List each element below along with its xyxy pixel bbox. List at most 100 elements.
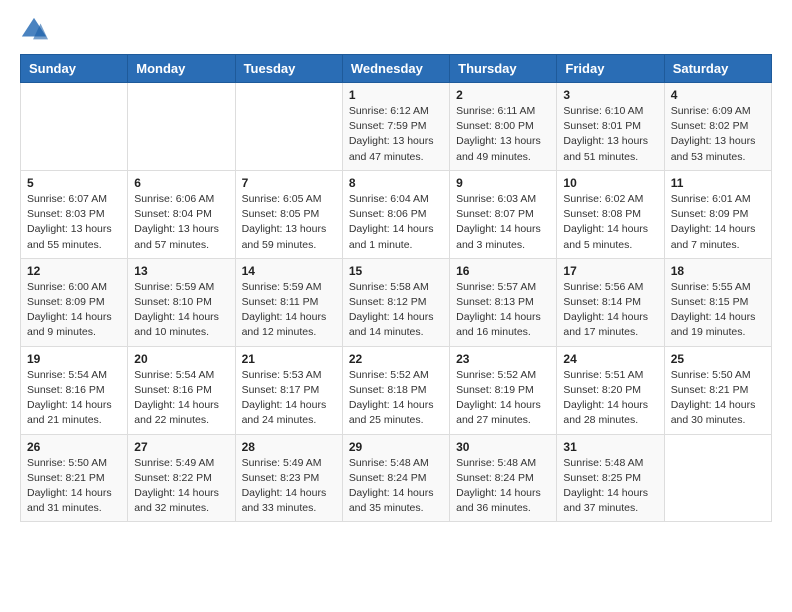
day-info-line: Daylight: 14 hours bbox=[671, 310, 765, 325]
day-info-line: Sunrise: 5:49 AM bbox=[134, 456, 228, 471]
day-info-line: Sunset: 8:07 PM bbox=[456, 207, 550, 222]
day-info-line: and 57 minutes. bbox=[134, 238, 228, 253]
day-info-line: Sunrise: 5:57 AM bbox=[456, 280, 550, 295]
day-info: Sunrise: 6:10 AMSunset: 8:01 PMDaylight:… bbox=[563, 104, 657, 165]
day-info: Sunrise: 5:57 AMSunset: 8:13 PMDaylight:… bbox=[456, 280, 550, 341]
day-info: Sunrise: 6:05 AMSunset: 8:05 PMDaylight:… bbox=[242, 192, 336, 253]
day-info-line: Sunrise: 5:56 AM bbox=[563, 280, 657, 295]
day-info-line: Sunrise: 6:04 AM bbox=[349, 192, 443, 207]
day-info-line: Sunset: 8:13 PM bbox=[456, 295, 550, 310]
day-info-line: Daylight: 14 hours bbox=[349, 486, 443, 501]
day-info-line: Sunrise: 5:59 AM bbox=[242, 280, 336, 295]
day-info-line: Daylight: 14 hours bbox=[456, 398, 550, 413]
weekday-header: Monday bbox=[128, 55, 235, 83]
day-info-line: Daylight: 13 hours bbox=[27, 222, 121, 237]
day-info: Sunrise: 6:09 AMSunset: 8:02 PMDaylight:… bbox=[671, 104, 765, 165]
day-info-line: and 32 minutes. bbox=[134, 501, 228, 516]
day-info-line: Daylight: 14 hours bbox=[563, 222, 657, 237]
calendar-week-row: 1Sunrise: 6:12 AMSunset: 7:59 PMDaylight… bbox=[21, 83, 772, 171]
day-info-line: and 47 minutes. bbox=[349, 150, 443, 165]
day-number: 19 bbox=[27, 352, 121, 366]
calendar-day-cell bbox=[235, 83, 342, 171]
day-info-line: Daylight: 14 hours bbox=[563, 310, 657, 325]
logo bbox=[20, 16, 52, 44]
day-info-line: Sunrise: 5:53 AM bbox=[242, 368, 336, 383]
day-info: Sunrise: 5:48 AMSunset: 8:24 PMDaylight:… bbox=[349, 456, 443, 517]
day-info-line: Sunset: 8:09 PM bbox=[27, 295, 121, 310]
day-info-line: Sunset: 7:59 PM bbox=[349, 119, 443, 134]
calendar-day-cell: 14 Sunrise: 5:59 AMSunset: 8:11 PMDayligh… bbox=[235, 258, 342, 346]
day-info: Sunrise: 5:48 AMSunset: 8:25 PMDaylight:… bbox=[563, 456, 657, 517]
day-number: 18 bbox=[671, 264, 765, 278]
day-number: 14 bbox=[242, 264, 336, 278]
day-info-line: Sunrise: 6:01 AM bbox=[671, 192, 765, 207]
day-info-line: Daylight: 14 hours bbox=[456, 486, 550, 501]
calendar-day-cell: 11Sunrise: 6:01 AMSunset: 8:09 PMDayligh… bbox=[664, 170, 771, 258]
calendar-day-cell: 10Sunrise: 6:02 AMSunset: 8:08 PMDayligh… bbox=[557, 170, 664, 258]
day-number: 22 bbox=[349, 352, 443, 366]
day-info-line: and 27 minutes. bbox=[456, 413, 550, 428]
calendar-day-cell: 15Sunrise: 5:58 AMSunset: 8:12 PMDayligh… bbox=[342, 258, 449, 346]
day-info-line: Daylight: 14 hours bbox=[349, 398, 443, 413]
calendar-day-cell: 29 Sunrise: 5:48 AMSunset: 8:24 PMDayligh… bbox=[342, 434, 449, 522]
calendar-day-cell: 17Sunrise: 5:56 AMSunset: 8:14 PMDayligh… bbox=[557, 258, 664, 346]
day-info-line: and 1 minute. bbox=[349, 238, 443, 253]
day-number: 1 bbox=[349, 88, 443, 102]
day-info-line: and 10 minutes. bbox=[134, 325, 228, 340]
day-info-line: Sunrise: 5:59 AM bbox=[134, 280, 228, 295]
day-info-line: Daylight: 14 hours bbox=[242, 310, 336, 325]
day-info-line: Sunset: 8:06 PM bbox=[349, 207, 443, 222]
day-info-line: Sunset: 8:08 PM bbox=[563, 207, 657, 222]
day-info-line: Sunrise: 5:52 AM bbox=[456, 368, 550, 383]
day-info: Sunrise: 5:51 AMSunset: 8:20 PMDaylight:… bbox=[563, 368, 657, 429]
day-info-line: Sunrise: 5:48 AM bbox=[563, 456, 657, 471]
day-info: Sunrise: 6:06 AMSunset: 8:04 PMDaylight:… bbox=[134, 192, 228, 253]
day-number: 8 bbox=[349, 176, 443, 190]
day-info-line: Sunset: 8:11 PM bbox=[242, 295, 336, 310]
calendar-day-cell: 13Sunrise: 5:59 AMSunset: 8:10 PMDayligh… bbox=[128, 258, 235, 346]
day-info-line: and 51 minutes. bbox=[563, 150, 657, 165]
day-number: 4 bbox=[671, 88, 765, 102]
day-number: 5 bbox=[27, 176, 121, 190]
day-number: 20 bbox=[134, 352, 228, 366]
day-number: 10 bbox=[563, 176, 657, 190]
day-info-line: Daylight: 14 hours bbox=[671, 398, 765, 413]
day-info: Sunrise: 5:52 AMSunset: 8:19 PMDaylight:… bbox=[456, 368, 550, 429]
day-info: Sunrise: 6:01 AMSunset: 8:09 PMDaylight:… bbox=[671, 192, 765, 253]
day-number: 23 bbox=[456, 352, 550, 366]
calendar-table: SundayMondayTuesdayWednesdayThursdayFrid… bbox=[20, 54, 772, 522]
day-info: Sunrise: 5:50 AMSunset: 8:21 PMDaylight:… bbox=[27, 456, 121, 517]
day-info-line: Daylight: 13 hours bbox=[563, 134, 657, 149]
day-info-line: Sunrise: 6:11 AM bbox=[456, 104, 550, 119]
day-info-line: Sunrise: 6:09 AM bbox=[671, 104, 765, 119]
day-info-line: Sunrise: 5:54 AM bbox=[27, 368, 121, 383]
day-info: Sunrise: 5:55 AMSunset: 8:15 PMDaylight:… bbox=[671, 280, 765, 341]
day-info-line: Sunset: 8:05 PM bbox=[242, 207, 336, 222]
day-info-line: Sunrise: 6:07 AM bbox=[27, 192, 121, 207]
day-number: 28 bbox=[242, 440, 336, 454]
day-info-line: and 37 minutes. bbox=[563, 501, 657, 516]
day-number: 16 bbox=[456, 264, 550, 278]
day-number: 29 bbox=[349, 440, 443, 454]
day-info-line: and 9 minutes. bbox=[27, 325, 121, 340]
day-info-line: Sunrise: 5:52 AM bbox=[349, 368, 443, 383]
day-info-line: Sunrise: 5:54 AM bbox=[134, 368, 228, 383]
day-number: 7 bbox=[242, 176, 336, 190]
day-info-line: Daylight: 14 hours bbox=[563, 486, 657, 501]
day-info-line: Daylight: 14 hours bbox=[134, 398, 228, 413]
day-number: 31 bbox=[563, 440, 657, 454]
day-info-line: Sunset: 8:16 PM bbox=[134, 383, 228, 398]
day-info-line: and 12 minutes. bbox=[242, 325, 336, 340]
day-info-line: and 21 minutes. bbox=[27, 413, 121, 428]
day-number: 30 bbox=[456, 440, 550, 454]
day-info-line: Sunset: 8:16 PM bbox=[27, 383, 121, 398]
weekday-header: Thursday bbox=[450, 55, 557, 83]
day-info: Sunrise: 5:54 AMSunset: 8:16 PMDaylight:… bbox=[134, 368, 228, 429]
calendar-day-cell: 20 Sunrise: 5:54 AMSunset: 8:16 PMDayligh… bbox=[128, 346, 235, 434]
day-info-line: and 5 minutes. bbox=[563, 238, 657, 253]
day-info-line: and 28 minutes. bbox=[563, 413, 657, 428]
day-info-line: and 25 minutes. bbox=[349, 413, 443, 428]
day-info-line: Daylight: 13 hours bbox=[349, 134, 443, 149]
day-info-line: Daylight: 14 hours bbox=[456, 222, 550, 237]
day-info: Sunrise: 5:50 AMSunset: 8:21 PMDaylight:… bbox=[671, 368, 765, 429]
